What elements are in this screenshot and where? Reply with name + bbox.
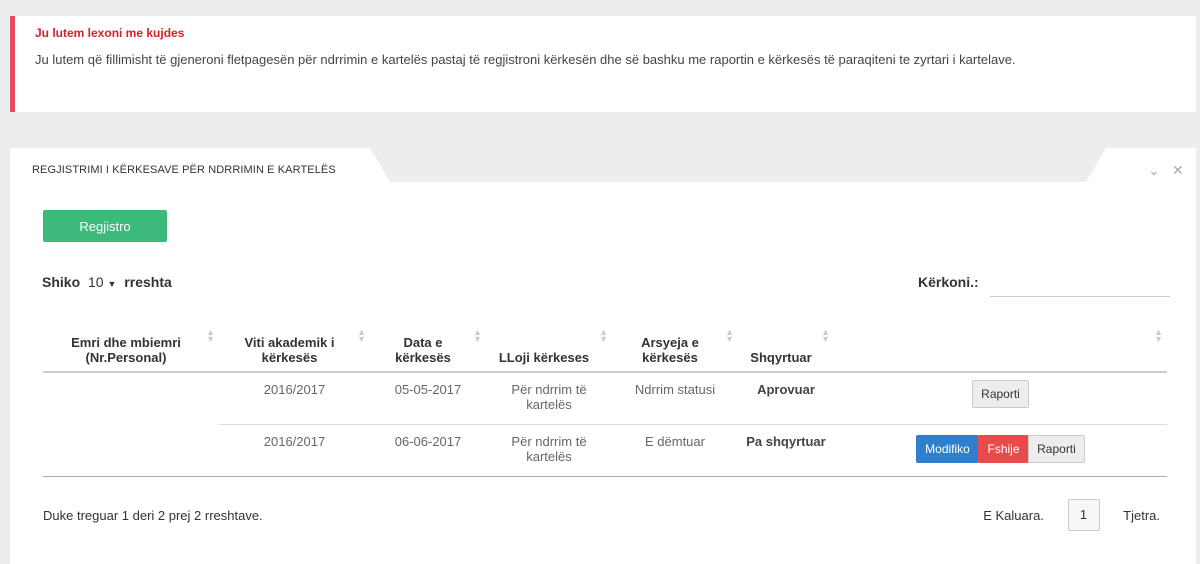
cell-year: 2016/2017 [219, 424, 370, 477]
cell-reason: Ndrrim statusi [612, 372, 738, 425]
column-status[interactable]: Shqyrtuar ▲ ▼ [738, 313, 834, 373]
register-button[interactable]: Regjistro [43, 210, 167, 242]
column-name[interactable]: Emri dhe mbiemri (Nr.Personal) ▲ ▼ [43, 313, 219, 373]
search-label: Kërkoni.: [918, 274, 979, 290]
alert-text: Ju lutem që fillimisht të gjeneroni flet… [35, 52, 1016, 67]
length-value: 10 [88, 274, 104, 290]
sort-icon: ▲ ▼ [725, 327, 734, 344]
table-row: 2016/2017 05-05-2017 Për ndrrim të karte… [43, 372, 1167, 425]
search-input[interactable] [990, 272, 1170, 297]
table-row: 2016/2017 06-06-2017 Për ndrrim të karte… [43, 424, 1167, 477]
length-select[interactable]: 10 ▼ [88, 274, 116, 290]
column-actions[interactable]: ▲ ▼ [834, 313, 1167, 373]
cell-status: Pa shqyrtuar [738, 424, 834, 477]
cell-status: Aprovuar [738, 372, 834, 425]
previous-page-link[interactable]: E Kaluara. [983, 508, 1044, 523]
cell-name [43, 372, 219, 425]
table-info: Duke treguar 1 deri 2 prej 2 rreshtave. [43, 508, 263, 523]
length-suffix: rreshta [124, 274, 172, 290]
panel-title: REGJISTRIMI I KËRKESAVE PËR NDRRIMIN E K… [10, 148, 390, 182]
instruction-alert: Ju lutem lexoni me kujdes Ju lutem që fi… [10, 16, 1196, 112]
cell-type: Për ndrrim të kartelës [486, 372, 612, 425]
sort-icon: ▲ ▼ [357, 327, 366, 344]
cell-type: Për ndrrim të kartelës [486, 424, 612, 477]
cell-year: 2016/2017 [219, 372, 370, 425]
cell-reason: E dëmtuar [612, 424, 738, 477]
next-page-link[interactable]: Tjetra. [1123, 508, 1160, 523]
edit-button[interactable]: Modifiko [916, 434, 979, 463]
table-header-row: Emri dhe mbiemri (Nr.Personal) ▲ ▼ Viti ak… [43, 313, 1167, 373]
column-reason[interactable]: Arsyeja e kërkesës ▲ ▼ [612, 313, 738, 373]
cell-name [43, 424, 219, 477]
requests-panel: REGJISTRIMI I KËRKESAVE PËR NDRRIMIN E K… [10, 148, 1196, 564]
pagination: E Kaluara. 1 Tjetra. [983, 499, 1160, 531]
report-button[interactable]: Raporti [972, 380, 1029, 408]
report-button[interactable]: Raporti [1028, 434, 1085, 463]
requests-table: Emri dhe mbiemri (Nr.Personal) ▲ ▼ Viti ak… [43, 313, 1167, 477]
column-year[interactable]: Viti akademik i kërkesës ▲ ▼ [219, 313, 370, 373]
cell-date: 05-05-2017 [370, 372, 486, 425]
chevron-down-icon[interactable]: ⌄ [1148, 162, 1160, 179]
page-number-button[interactable]: 1 [1067, 499, 1100, 531]
panel-header: REGJISTRIMI I KËRKESAVE PËR NDRRIMIN E K… [10, 148, 1196, 182]
sort-icon: ▲ ▼ [206, 327, 215, 344]
cell-actions: Raporti [834, 372, 1167, 425]
sort-icon: ▲ ▼ [1154, 327, 1163, 344]
sort-icon: ▲ ▼ [821, 327, 830, 344]
cell-actions: Modifiko Fshije Raporti [834, 424, 1167, 477]
column-date[interactable]: Data e kërkesës ▲ ▼ [370, 313, 486, 373]
close-icon[interactable]: ✕ [1172, 162, 1184, 179]
sort-icon: ▲ ▼ [473, 327, 482, 344]
alert-title: Ju lutem lexoni me kujdes [35, 26, 185, 40]
caret-down-icon: ▼ [107, 279, 117, 289]
sort-icon: ▲ ▼ [599, 327, 608, 344]
panel-tools: ⌄ ✕ [1086, 148, 1196, 182]
delete-button[interactable]: Fshije [978, 434, 1029, 463]
length-prefix: Shiko [42, 274, 81, 290]
column-type[interactable]: LLoji kërkeses ▲ ▼ [486, 313, 612, 373]
cell-date: 06-06-2017 [370, 424, 486, 477]
page-length-control: Shiko 10 ▼ rreshta [42, 274, 172, 290]
